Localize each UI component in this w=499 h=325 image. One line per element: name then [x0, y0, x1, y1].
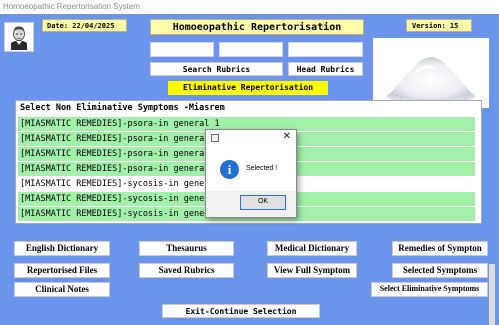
version-label: Version: 15	[406, 19, 472, 32]
clinical-notes-button[interactable]: Clinical Notes	[14, 282, 110, 297]
main-panel: Date: 22/04/2025 Homoeopathic Repertoris…	[0, 14, 499, 325]
selected-symptoms-button[interactable]: Selected Symptoms	[392, 263, 488, 278]
ok-button[interactable]: OK	[240, 195, 286, 210]
english-dictionary-button[interactable]: English Dictionary	[14, 241, 110, 256]
list-header: Select Non Eliminative Symptoms -Miasrem	[20, 103, 225, 113]
dialog-message: Selected !	[246, 165, 278, 172]
select-eliminative-symptoms-button[interactable]: Select Eliminative Symptoms	[371, 282, 488, 297]
search-input-3[interactable]	[288, 42, 363, 57]
saved-rubrics-button[interactable]: Saved Rubrics	[139, 263, 234, 278]
eliminative-repertorisation-button[interactable]: Eliminative Repertorisation	[168, 81, 328, 95]
scrollbar[interactable]	[489, 264, 495, 325]
view-full-symptom-button[interactable]: View Full Symptom	[267, 263, 357, 278]
exit-continue-button[interactable]: Exit-Continue Selection	[162, 304, 320, 318]
dialog-footer: OK	[206, 191, 296, 217]
info-icon: i	[220, 160, 239, 179]
repertorised-files-button[interactable]: Repertorised Files	[14, 263, 110, 278]
search-input-1[interactable]	[150, 42, 214, 57]
head-rubrics-button[interactable]: Head Rubrics	[288, 62, 363, 76]
thesaurus-button[interactable]: Thesaurus	[139, 241, 234, 256]
remedies-of-symptom-button[interactable]: Remedies of Sympton	[392, 241, 488, 256]
close-icon[interactable]: ✕	[283, 131, 291, 142]
date-label: Date: 22/04/2025	[42, 19, 127, 32]
powder-image	[373, 38, 489, 108]
search-input-2[interactable]	[219, 42, 283, 57]
app-icon	[211, 134, 219, 142]
dialog-titlebar[interactable]: ✕	[206, 130, 296, 146]
window-title: Homoeopathic Repertorisation System	[0, 0, 499, 14]
search-rubrics-button[interactable]: Search Rubrics	[150, 62, 283, 76]
page-title: Homoeopathic Repertorisation	[150, 19, 364, 35]
portrait-icon	[4, 22, 34, 52]
message-dialog: ✕ i Selected ! OK	[205, 129, 297, 218]
medical-dictionary-button[interactable]: Medical Dictionary	[267, 241, 357, 256]
